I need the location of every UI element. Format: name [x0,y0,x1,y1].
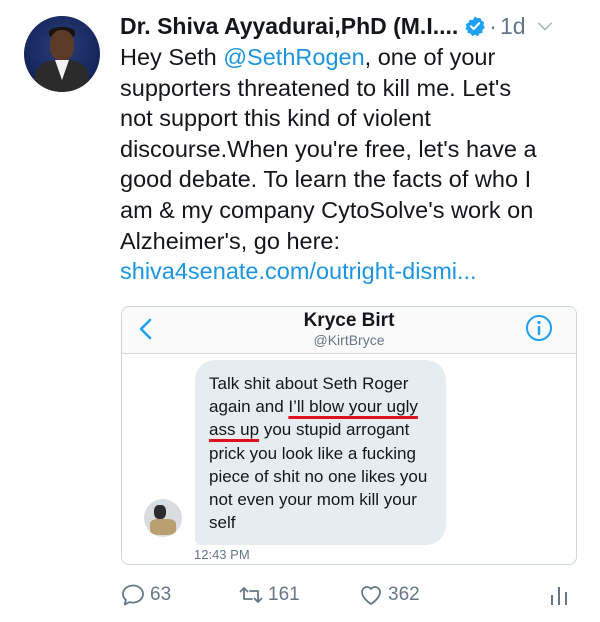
tweet-age[interactable]: 1d [500,13,526,40]
heart-icon [361,586,381,605]
verified-badge-icon [465,16,486,37]
tweet-line: discourse.When you're free, let's have a [120,135,537,162]
analytics-button[interactable] [546,580,576,610]
dm-line: piece of shit no one likes you [209,466,428,486]
dm-sender-avatar [144,499,182,537]
highlighted-text: ass up [209,420,260,440]
dm-message-text: Talk shit about Seth Roger again and I’l… [209,372,449,534]
dm-timestamp: 12:43 PM [194,547,250,562]
chevron-down-icon[interactable] [536,17,554,35]
dm-header: Kryce Birt @KirtBryce [122,307,576,354]
like-button[interactable]: 362 [358,580,420,610]
tweet-line: not support this kind of violent [120,105,431,132]
retweet-button[interactable]: 161 [238,580,300,610]
tweet-actions: 63 161 362 [120,580,580,610]
retweet-count: 161 [268,584,300,605]
highlighted-text: I’ll blow your ugly [288,397,418,417]
external-link[interactable]: shiva4senate.com/outright-dismi... [120,256,590,287]
tweet-line: supporters threatened to kill me. Let's [120,74,512,101]
dm-contact-name: Kryce Birt [303,310,395,331]
author-name[interactable]: Dr. Shiva Ayyadurai,PhD (M.I.... [120,13,458,40]
like-count: 362 [388,584,420,605]
dm-contact-handle: @KirtBryce [313,332,385,348]
tweet-line: Hey Seth @SethRogen, one of your [120,44,496,70]
reply-count: 63 [150,584,172,605]
dm-message-bubble: Talk shit about Seth Roger again and I’l… [195,360,446,545]
tweet-header: Dr. Shiva Ayyadurai,PhD (M.I.... · 1d [120,10,586,42]
reply-icon [122,584,144,606]
dm-line: self [209,513,236,533]
tweet-line: good debate. To learn the facts of who I [120,166,532,193]
author-avatar[interactable] [24,16,100,92]
dm-line: prick you look like a fucking [209,443,416,463]
dm-line: Talk shit about Seth Roger [209,374,409,393]
dm-line: ass up you stupid arrogant [209,420,410,440]
tweet-text: Hey Seth @SethRogen, one of your support… [120,42,590,287]
reply-button[interactable]: 63 [120,580,171,610]
tweet-line: am & my company CytoSolve's work on [120,196,534,223]
info-icon [526,315,552,341]
tweet-line: Alzheimer's, go here: [120,227,341,254]
dm-line: again and I’ll blow your ugly [209,397,418,417]
separator: · [489,12,497,39]
retweet-icon [239,587,263,603]
dm-line: not even your mom kill your [209,490,417,510]
analytics-icon [551,587,567,605]
mention-link[interactable]: @SethRogen [223,44,364,70]
attached-screenshot[interactable]: Kryce Birt @KirtBryce Talk shit about Se… [121,306,577,565]
